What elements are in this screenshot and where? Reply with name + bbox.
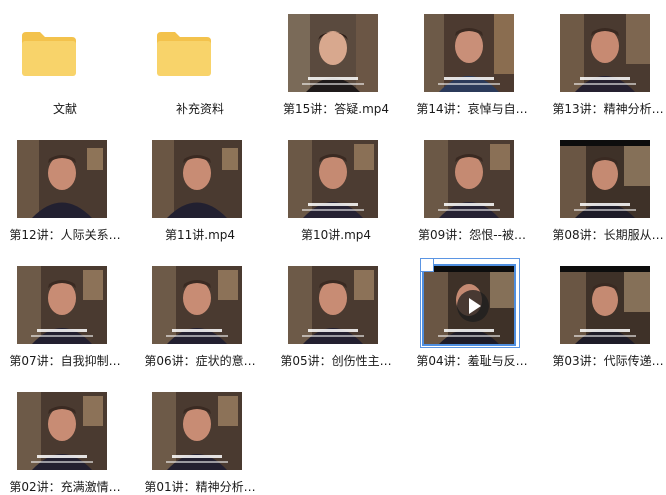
folder-item[interactable]: 文献 xyxy=(0,0,130,120)
video-item[interactable]: 第03讲：代际传递… xyxy=(543,252,666,372)
video-item[interactable]: 第12讲：人际关系… xyxy=(0,126,130,246)
speaker-image xyxy=(152,140,242,218)
video-item[interactable]: 第06讲：症状的意… xyxy=(135,252,265,372)
video-thumbnail xyxy=(17,392,107,470)
speaker-image xyxy=(17,140,107,218)
video-thumbnail xyxy=(288,140,378,218)
file-grid: 文献 补充资料 第15讲：答疑.mp4 第14讲：哀悼与自… 第13讲：精神分析… xyxy=(0,0,666,495)
video-label: 第09讲：怨恨--被… xyxy=(418,228,526,242)
selection-frame xyxy=(420,258,520,348)
video-thumbnail xyxy=(424,14,514,92)
video-item[interactable]: 第11讲.mp4 xyxy=(135,126,265,246)
video-item[interactable]: 第05讲：创伤性主… xyxy=(271,252,401,372)
video-label: 第14讲：哀悼与自… xyxy=(416,102,528,116)
video-thumbnail xyxy=(152,392,242,470)
folder-label: 补充资料 xyxy=(175,102,224,116)
video-label: 第15讲：答疑.mp4 xyxy=(282,102,390,116)
video-label: 第11讲.mp4 xyxy=(164,228,236,242)
video-item[interactable]: 第09讲：怨恨--被… xyxy=(407,126,537,246)
speaker-image xyxy=(560,266,650,344)
video-thumbnail xyxy=(17,266,107,344)
video-thumbnail xyxy=(152,266,242,344)
selection-checkbox[interactable] xyxy=(420,258,434,272)
speaker-image xyxy=(17,392,107,470)
video-label: 第01讲：精神分析… xyxy=(144,480,256,494)
speaker-image xyxy=(152,392,242,470)
video-label: 第06讲：症状的意… xyxy=(144,354,256,368)
speaker-image xyxy=(560,140,650,218)
video-thumbnail xyxy=(152,140,242,218)
video-label: 第04讲：羞耻与反… xyxy=(416,354,528,368)
video-label: 第02讲：充满激情… xyxy=(9,480,121,494)
video-item[interactable]: 第07讲：自我抑制… xyxy=(0,252,130,372)
speaker-image xyxy=(560,14,650,92)
video-thumbnail xyxy=(424,140,514,218)
video-label: 第13讲：精神分析… xyxy=(552,102,664,116)
video-label: 第03讲：代际传递… xyxy=(552,354,664,368)
speaker-image xyxy=(288,266,378,344)
speaker-image xyxy=(17,266,107,344)
video-item[interactable]: 第15讲：答疑.mp4 xyxy=(271,0,401,120)
video-item[interactable]: 第14讲：哀悼与自… xyxy=(407,0,537,120)
video-thumbnail xyxy=(560,266,650,344)
video-item[interactable]: 第01讲：精神分析… xyxy=(135,378,265,495)
video-thumbnail xyxy=(560,14,650,92)
video-item-selected[interactable]: 第04讲：羞耻与反… xyxy=(407,252,537,372)
video-thumbnail xyxy=(288,266,378,344)
video-label: 第12讲：人际关系… xyxy=(9,228,121,242)
speaker-image xyxy=(288,140,378,218)
speaker-image xyxy=(424,14,514,92)
video-label: 第05讲：创伤性主… xyxy=(280,354,392,368)
video-item[interactable]: 第10讲.mp4 xyxy=(271,126,401,246)
folder-label: 文献 xyxy=(52,102,77,116)
video-label: 第10讲.mp4 xyxy=(300,228,372,242)
video-thumbnail xyxy=(288,14,378,92)
video-thumbnail xyxy=(17,140,107,218)
video-item[interactable]: 第13讲：精神分析… xyxy=(543,0,666,120)
video-label: 第08讲：长期服从… xyxy=(552,228,664,242)
folder-icon xyxy=(22,32,76,76)
video-item[interactable]: 第08讲：长期服从… xyxy=(543,126,666,246)
folder-icon xyxy=(157,32,211,76)
video-label: 第07讲：自我抑制… xyxy=(9,354,121,368)
speaker-image xyxy=(152,266,242,344)
speaker-image xyxy=(424,140,514,218)
speaker-image xyxy=(288,14,378,92)
folder-item[interactable]: 补充资料 xyxy=(135,0,265,120)
video-item[interactable]: 第02讲：充满激情… xyxy=(0,378,130,495)
video-thumbnail xyxy=(560,140,650,218)
